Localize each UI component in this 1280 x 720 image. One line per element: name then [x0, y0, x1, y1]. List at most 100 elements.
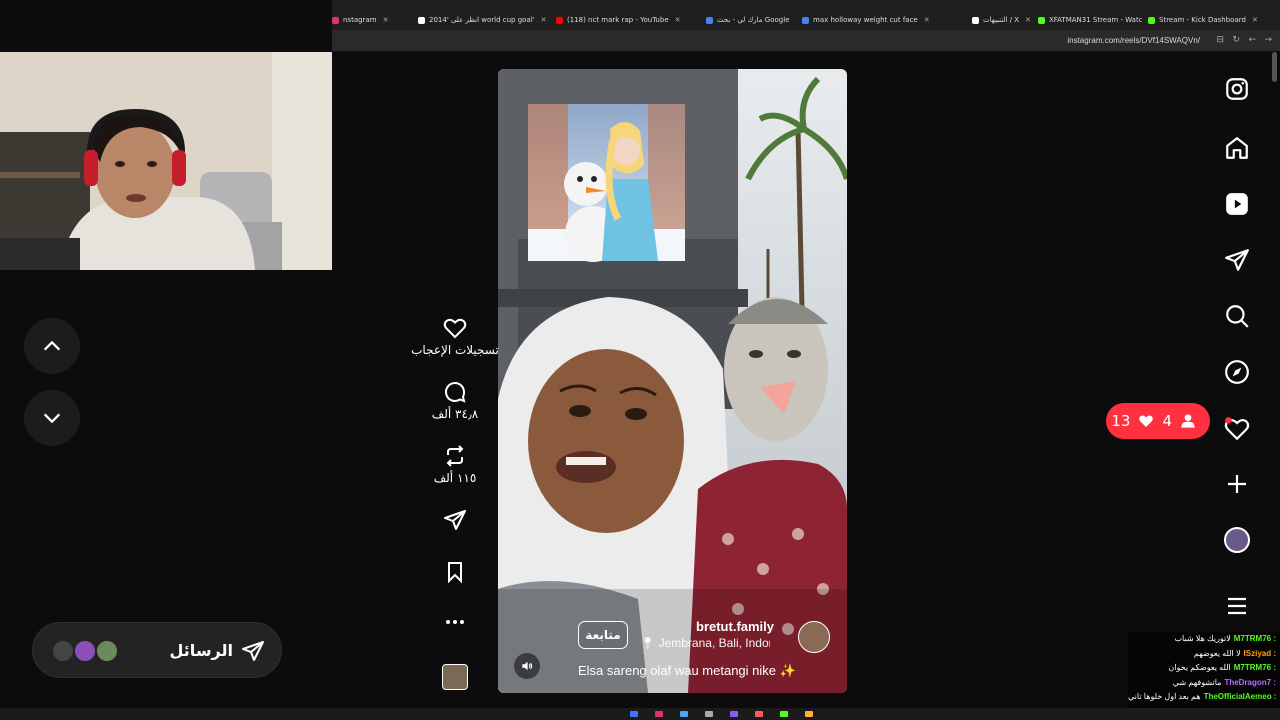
reel-video-frame: [498, 69, 847, 693]
repost-action[interactable]: ١١٥ ألف: [405, 444, 505, 485]
page-scrollbar[interactable]: [1272, 52, 1277, 82]
speaker-icon: [522, 661, 533, 671]
next-reel-button[interactable]: [24, 390, 80, 446]
location-pin-icon: 📍︎: [640, 636, 656, 650]
menu-hamburger-icon[interactable]: [1222, 591, 1252, 621]
mute-button[interactable]: [514, 653, 540, 679]
browser-tab-bar: nstagram ✕ انظر على '2014 world cup goal' ✕…: [332, 0, 1280, 30]
browser-tab[interactable]: انظر على '2014 world cup goal' ✕: [418, 12, 552, 28]
like-label: تسجيلات الإعجاب: [411, 343, 499, 357]
messages-label: الرسائل: [169, 641, 233, 660]
browser-tab[interactable]: max holloway weight cut face ✕: [802, 12, 962, 28]
tab-title: (118) nct mark rap - YouTube: [567, 16, 669, 24]
tab-favicon-icon: [802, 16, 809, 24]
reel-username[interactable]: bretut.family: [696, 619, 774, 634]
send-icon: [444, 510, 466, 530]
messages-button[interactable]: الرسائل: [32, 622, 282, 678]
reel-video[interactable]: متابعة bretut.family 📍︎ Jembrana, Bali, …: [498, 69, 847, 693]
browser-tab[interactable]: XFATMAN31 Stream - Watch Li✕: [1038, 12, 1142, 28]
tab-favicon-icon: [972, 16, 979, 24]
create-plus-icon[interactable]: [1222, 469, 1252, 499]
tab-close-icon[interactable]: ✕: [383, 16, 389, 24]
direct-send-icon[interactable]: [1222, 245, 1252, 275]
taskbar-app-icon[interactable]: [680, 711, 688, 717]
tab-search-icon[interactable]: ⊟: [1216, 35, 1224, 45]
chat-message: لاتوريك هلا شباب M7TRM76 :: [1128, 632, 1280, 647]
taskbar-app-icon[interactable]: [705, 711, 713, 717]
message-avatar: [95, 639, 119, 663]
back-icon[interactable]: ←: [1248, 35, 1256, 45]
tab-title: انظر على '2014 world cup goal': [429, 16, 535, 24]
profile-avatar[interactable]: [1224, 527, 1250, 553]
send-icon: [242, 641, 264, 661]
reel-location-text: Jembrana, Bali, Indonesia: [658, 636, 770, 650]
taskbar-app-icon[interactable]: [780, 711, 788, 717]
tab-title: XFATMAN31 Stream - Watch Li: [1049, 16, 1142, 24]
browser-tab[interactable]: nstagram ✕: [332, 12, 412, 28]
message-avatar: [51, 639, 75, 663]
chat-message: لا الله يعوضهم ISziyad :: [1128, 647, 1280, 662]
tab-title: max holloway weight cut face: [813, 16, 918, 24]
notification-summary-badge[interactable]: 13 4: [1106, 403, 1210, 439]
tab-close-icon[interactable]: ✕: [924, 16, 930, 24]
notifications-heart-icon[interactable]: [1222, 414, 1252, 444]
search-icon[interactable]: [1222, 301, 1252, 331]
reel-author-avatar[interactable]: [798, 621, 830, 653]
taskbar-app-icon[interactable]: [755, 711, 763, 717]
chat-username: ISziyad :: [1243, 648, 1276, 658]
comment-action[interactable]: ٣٤٫٨ ألف: [405, 380, 505, 421]
repost-count: ١١٥ ألف: [433, 471, 477, 485]
like-action[interactable]: تسجيلات الإعجاب: [405, 316, 505, 357]
share-action[interactable]: [405, 508, 505, 532]
follow-button[interactable]: متابعة: [578, 621, 628, 649]
taskbar-app-icon[interactable]: [730, 711, 738, 717]
chat-message-text: لا الله يعوضهم: [1193, 648, 1241, 658]
taskbar-app-icon[interactable]: [805, 711, 813, 717]
tab-title: Stream - Kick Dashboard: [1159, 16, 1246, 24]
chat-message-text: الله يعوضكم يخوان: [1168, 663, 1231, 672]
tab-title: مارك لي - بحث Google: [717, 16, 790, 24]
comment-icon: [445, 382, 466, 403]
tab-close-icon[interactable]: ✕: [1025, 16, 1031, 24]
tab-close-icon[interactable]: ✕: [675, 16, 681, 24]
browser-tab[interactable]: مارك لي - بحث Google ✕: [706, 12, 796, 28]
instagram-reels-page: متابعة bretut.family 📍︎ Jembrana, Bali, …: [0, 52, 1280, 708]
repost-icon: [446, 445, 464, 467]
reel-caption: Elsa sareng olaf wau metangi nike ✨: [578, 663, 796, 678]
browser-tab[interactable]: (118) nct mark rap - YouTube ✕: [556, 12, 700, 28]
save-action[interactable]: [405, 560, 505, 584]
tab-close-icon[interactable]: ✕: [1252, 16, 1258, 24]
more-options-button[interactable]: [405, 614, 505, 630]
previous-reel-button[interactable]: [24, 318, 80, 374]
explore-compass-icon[interactable]: [1222, 357, 1252, 387]
tab-favicon-icon: [556, 16, 563, 24]
browser-tab[interactable]: التنبيهات / X ✕: [972, 12, 1032, 28]
person-icon: [1181, 414, 1195, 428]
tab-title: nstagram: [343, 16, 377, 24]
taskbar-app-icon[interactable]: [655, 711, 663, 717]
tab-close-icon[interactable]: ✕: [541, 16, 547, 24]
taskbar-app-icon[interactable]: [630, 711, 638, 717]
url-text[interactable]: instagram.com/reels/DVf14SWAQVn/: [1067, 36, 1200, 45]
audio-track-thumbnail[interactable]: [442, 664, 468, 690]
tab-close-icon[interactable]: ✕: [795, 16, 796, 24]
tab-favicon-icon: [418, 16, 425, 24]
followers-count: 4: [1162, 412, 1172, 430]
address-bar[interactable]: ⊟ ↻ ← → instagram.com/reels/DVf14SWAQVn/: [332, 30, 1280, 52]
reload-icon[interactable]: ↻: [1232, 35, 1240, 45]
chat-message: الله يعوضكم يخوان M7TRM76 :: [1128, 661, 1280, 676]
tab-favicon-icon: [706, 16, 713, 24]
reel-location[interactable]: 📍︎ Jembrana, Bali, Indonesia: [640, 636, 770, 650]
instagram-logo-icon[interactable]: [1222, 74, 1252, 104]
tab-title: التنبيهات / X: [983, 16, 1020, 24]
comment-count: ٣٤٫٨ ألف: [431, 407, 479, 421]
forward-icon[interactable]: →: [1264, 35, 1272, 45]
browser-tab[interactable]: Stream - Kick Dashboard ✕: [1148, 12, 1272, 28]
reels-icon[interactable]: [1222, 189, 1252, 219]
chat-message-text: ماتشوفهم شي: [1172, 677, 1222, 687]
chat-message-text: لاتوريك هلا شباب: [1174, 634, 1231, 643]
reel-info-overlay: متابعة bretut.family 📍︎ Jembrana, Bali, …: [498, 617, 847, 693]
stream-chat-overlay: لاتوريك هلا شباب M7TRM76 : لا الله يعوضهم I…: [1128, 632, 1280, 708]
home-icon[interactable]: [1222, 133, 1252, 163]
chat-message: ماتشوفهم شي TheDragon7 :: [1128, 676, 1280, 691]
